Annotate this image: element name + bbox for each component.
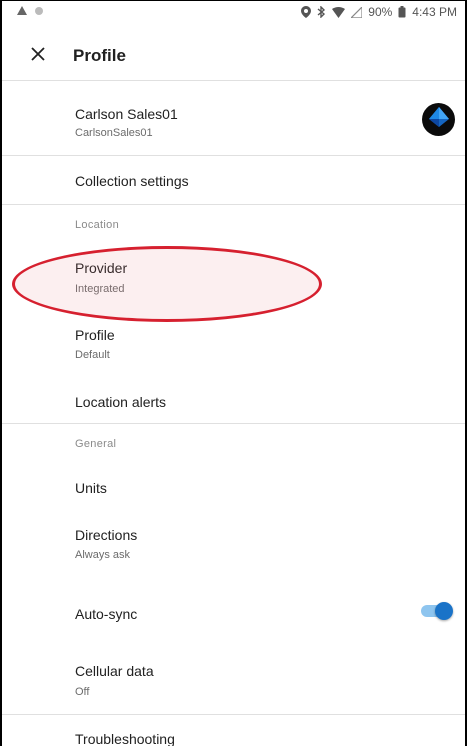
profile-value: Default xyxy=(75,349,110,361)
close-button[interactable] xyxy=(18,36,58,76)
bluetooth-icon xyxy=(317,6,326,18)
profile-title: Profile xyxy=(75,327,115,343)
section-header-location: Location xyxy=(75,219,119,231)
notification-icon xyxy=(16,5,28,20)
collection-settings-row[interactable]: Collection settings xyxy=(2,156,465,204)
status-right: 90% 4:43 PM xyxy=(301,5,457,19)
collection-settings-label: Collection settings xyxy=(75,173,189,189)
location-alerts-row[interactable]: Location alerts xyxy=(2,379,465,423)
page-title: Profile xyxy=(73,45,126,65)
app-bar: Profile xyxy=(2,31,465,81)
toggle-thumb xyxy=(435,602,453,620)
troubleshooting-title: Troubleshooting xyxy=(75,731,175,746)
units-row[interactable]: Units xyxy=(2,463,465,509)
close-icon xyxy=(31,44,45,67)
directions-value: Always ask xyxy=(75,549,131,561)
signal-icon xyxy=(351,6,363,18)
battery-percent: 90% xyxy=(368,5,393,19)
auto-sync-row[interactable]: Auto-sync xyxy=(2,586,465,636)
status-bar: 90% 4:43 PM xyxy=(2,1,465,23)
divider xyxy=(2,423,465,424)
account-username: CarlsonSales01 xyxy=(75,127,153,139)
auto-sync-title: Auto-sync xyxy=(75,606,138,622)
provider-row[interactable]: Provider Integrated xyxy=(2,246,465,308)
circle-status-icon xyxy=(34,5,44,19)
clock: 4:43 PM xyxy=(412,5,457,19)
profile-row[interactable]: Profile Default xyxy=(2,315,465,375)
phone-frame: 90% 4:43 PM Profile Carlson Sales01 Carl… xyxy=(0,0,467,746)
account-name: Carlson Sales01 xyxy=(75,106,178,122)
cellular-data-row[interactable]: Cellular data Off xyxy=(2,649,465,711)
status-left xyxy=(16,5,44,20)
battery-icon xyxy=(398,6,406,18)
account-row[interactable]: Carlson Sales01 CarlsonSales01 xyxy=(2,81,465,155)
divider xyxy=(2,204,465,205)
auto-sync-toggle[interactable] xyxy=(421,602,453,620)
location-pin-icon xyxy=(301,6,312,18)
section-header-general: General xyxy=(75,438,117,450)
location-alerts-title: Location alerts xyxy=(75,394,167,410)
troubleshooting-row[interactable]: Troubleshooting xyxy=(2,715,465,746)
pyramid-logo-icon xyxy=(428,106,450,133)
provider-value: Integrated xyxy=(75,283,125,295)
cellular-data-title: Cellular data xyxy=(75,663,154,679)
directions-row[interactable]: Directions Always ask xyxy=(2,513,465,573)
directions-title: Directions xyxy=(75,527,138,543)
provider-title: Provider xyxy=(75,260,128,276)
cellular-data-value: Off xyxy=(75,686,90,698)
units-title: Units xyxy=(75,480,107,496)
avatar[interactable] xyxy=(422,103,455,136)
wifi-icon xyxy=(332,6,346,18)
